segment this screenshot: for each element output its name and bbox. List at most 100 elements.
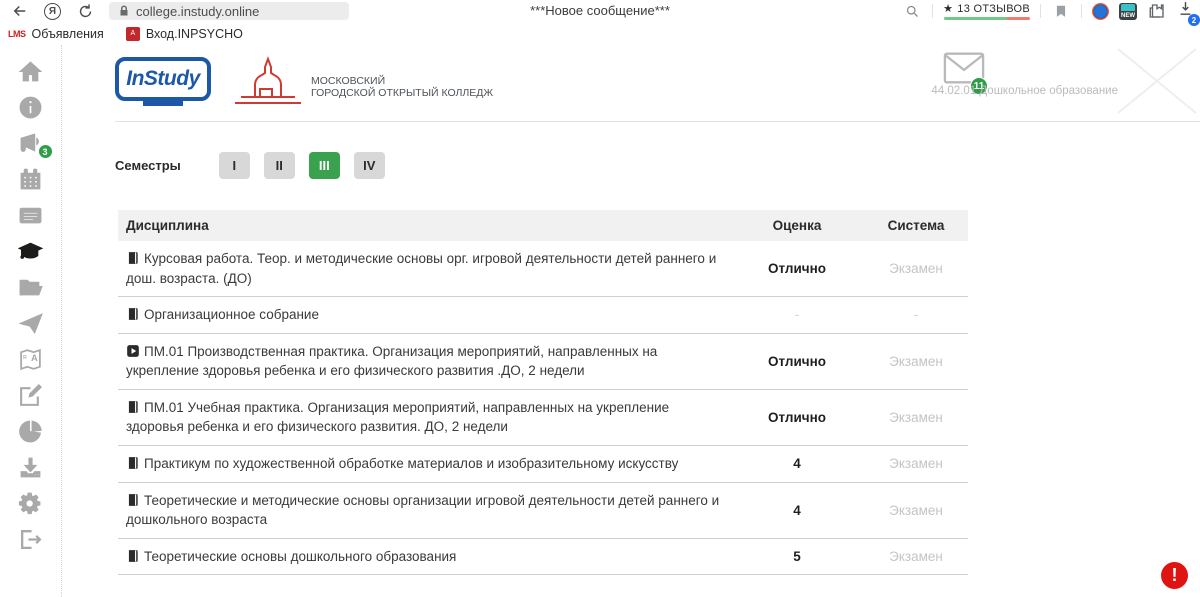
play-icon <box>126 344 140 358</box>
semester-4-button[interactable]: IV <box>354 152 385 179</box>
download-tray-icon <box>18 455 43 480</box>
divider <box>1040 4 1041 18</box>
sidebar-item-calendar[interactable] <box>17 167 45 192</box>
table-row[interactable]: Организационное собрание - - <box>118 297 968 334</box>
grade-value: - <box>738 307 856 322</box>
sidebar: 3 Aя <box>0 45 62 597</box>
paper-plane-icon <box>18 311 43 336</box>
system-value: Экзамен <box>856 410 976 425</box>
yandex-browser-icon[interactable]: Я <box>44 3 61 20</box>
book-icon <box>126 493 140 507</box>
table-row[interactable]: ПМ.01 Производственная практика. Организ… <box>118 334 968 390</box>
system-value: Экзамен <box>856 456 976 471</box>
table-row[interactable]: Теоретические и методические основы орга… <box>118 483 968 539</box>
address-bar[interactable]: college.instudy.online <box>109 2 349 20</box>
app-header: InStudy МОСКОВСКИЙ ГОРОДСКОЙ ОТКРЫТЫЙ КО… <box>115 45 1200 122</box>
bookmark-inpsycho[interactable]: А Вход.INPSYCHO <box>126 27 243 41</box>
system-value: - <box>856 307 976 322</box>
calendar-icon <box>18 167 43 192</box>
extension-collections-icon[interactable] <box>1147 1 1167 21</box>
info-icon <box>18 95 43 120</box>
instudy-logo[interactable]: InStudy <box>115 57 211 101</box>
site-reviews[interactable]: ★ 13 отзывов <box>943 2 1030 20</box>
graduation-cap-icon <box>18 239 43 264</box>
close-icon[interactable] <box>1114 45 1200 117</box>
refresh-icon[interactable] <box>75 1 95 21</box>
table-row[interactable]: ПМ.01 Учебная практика. Организация меро… <box>118 390 968 446</box>
grade-value: Отлично <box>738 261 856 276</box>
grade-value: 5 <box>738 549 856 564</box>
col-grade: Оценка <box>738 218 856 233</box>
book-icon <box>126 307 140 321</box>
book-icon <box>126 400 140 414</box>
table-row[interactable]: Практикум по художественной обработке ма… <box>118 446 968 483</box>
svg-text:A: A <box>31 353 38 363</box>
system-value: Экзамен <box>856 503 976 518</box>
list-card-icon <box>18 203 43 228</box>
main-content: InStudy МОСКОВСКИЙ ГОРОДСКОЙ ОТКРЫТЫЙ КО… <box>62 45 1200 597</box>
sidebar-item-translate[interactable]: Aя <box>17 347 45 372</box>
browser-toolbar: Я college.instudy.online ***Новое сообще… <box>0 0 1200 22</box>
sidebar-item-statistics[interactable] <box>17 419 45 444</box>
system-value: Экзамен <box>856 261 976 276</box>
sidebar-item-compose[interactable] <box>17 383 45 408</box>
college-logo: МОСКОВСКИЙ ГОРОДСКОЙ ОТКРЫТЫЙ КОЛЛЕДЖ <box>233 55 493 107</box>
col-discipline: Дисциплина <box>126 218 738 233</box>
system-value: Экзамен <box>856 549 976 564</box>
edit-icon <box>18 383 43 408</box>
extension-new-icon[interactable]: NEW <box>1119 3 1137 20</box>
announcements-badge: 3 <box>38 144 53 159</box>
table-header: Дисциплина Оценка Система <box>118 210 968 241</box>
divider <box>932 4 933 18</box>
semester-1-button[interactable]: I <box>219 152 250 179</box>
lock-icon <box>118 5 130 17</box>
semester-3-button[interactable]: III <box>309 152 340 179</box>
table-row[interactable]: Теоретические основы дошкольного образов… <box>118 539 968 576</box>
book-icon <box>126 549 140 563</box>
semesters-label: Семестры <box>115 158 181 173</box>
program-name: 44.02.01 Дошкольное образование <box>931 85 1118 97</box>
reviews-rating-bar <box>944 17 1030 20</box>
sidebar-item-announcements[interactable]: 3 <box>17 131 45 156</box>
inpsycho-favicon: А <box>126 27 140 41</box>
logout-icon <box>18 527 43 552</box>
bookmark-icon[interactable] <box>1051 1 1071 21</box>
book-icon <box>126 456 140 470</box>
sidebar-item-home[interactable] <box>17 59 45 84</box>
bookmark-lms[interactable]: LMS Объявления <box>8 27 104 41</box>
grade-value: 4 <box>738 456 856 471</box>
sidebar-item-logout[interactable] <box>17 527 45 552</box>
divider <box>1081 4 1082 18</box>
grade-value: 4 <box>738 503 856 518</box>
back-icon[interactable] <box>10 1 30 21</box>
pie-chart-icon <box>18 419 43 444</box>
sidebar-item-messages[interactable] <box>17 311 45 336</box>
downloads-button[interactable]: 2 <box>1177 0 1194 22</box>
col-system: Система <box>856 218 976 233</box>
search-icon[interactable] <box>902 1 922 21</box>
sidebar-item-settings[interactable] <box>17 491 45 516</box>
extension-camera-icon[interactable] <box>1092 3 1109 20</box>
grade-value: Отлично <box>738 354 856 369</box>
sidebar-item-files[interactable] <box>17 275 45 300</box>
sidebar-item-grades[interactable] <box>17 239 45 264</box>
system-value: Экзамен <box>856 354 976 369</box>
alert-notification-icon[interactable]: ! <box>1161 562 1188 589</box>
semester-2-button[interactable]: II <box>264 152 295 179</box>
sidebar-item-downloads[interactable] <box>17 455 45 480</box>
semester-switcher: Семестры I II III IV <box>115 152 1200 179</box>
grade-value: Отлично <box>738 410 856 425</box>
book-icon <box>126 251 140 265</box>
sidebar-item-journal[interactable] <box>17 203 45 228</box>
home-icon <box>18 59 43 84</box>
translate-icon: Aя <box>18 347 43 372</box>
table-row[interactable]: Курсовая работа. Теор. и методические ос… <box>118 241 968 297</box>
grades-table: Дисциплина Оценка Система Курсовая работ… <box>118 210 968 575</box>
star-icon: ★ <box>943 2 953 15</box>
folder-icon <box>18 275 43 300</box>
sidebar-item-info[interactable] <box>17 95 45 120</box>
svg-text:я: я <box>23 352 27 361</box>
gear-icon <box>18 491 43 516</box>
downloads-badge: 2 <box>1188 14 1200 26</box>
college-name: МОСКОВСКИЙ ГОРОДСКОЙ ОТКРЫТЫЙ КОЛЛЕДЖ <box>311 75 493 99</box>
